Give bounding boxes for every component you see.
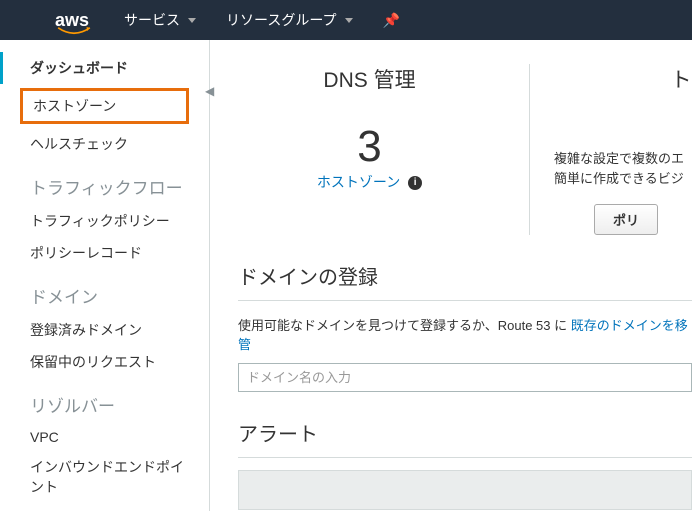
traffic-panel-title: トラフ <box>554 64 692 94</box>
sidebar-item-traffic-policies[interactable]: トラフィックポリシー <box>0 205 209 237</box>
resource-groups-menu[interactable]: リソースグループ <box>226 10 352 30</box>
dashboard-panels: DNS 管理 3 ホストゾーン i トラフ 複雑な設定で複数のエ 簡単に作成でき… <box>210 64 692 235</box>
sidebar-heading-traffic-flow: トラフィックフロー <box>0 160 209 205</box>
sidebar-heading-domains: ドメイン <box>0 269 209 314</box>
chevron-down-icon <box>345 18 353 23</box>
sidebar-item-vpc[interactable]: VPC <box>0 423 209 451</box>
sidebar-item-registered-domains[interactable]: 登録済みドメイン <box>0 314 209 346</box>
pin-icon[interactable]: 📌 <box>383 12 400 29</box>
domain-name-input[interactable] <box>238 363 692 392</box>
aws-logo[interactable]: aws <box>55 10 89 31</box>
hosted-zone-link[interactable]: ホストゾーン i <box>240 172 499 192</box>
dns-management-panel: DNS 管理 3 ホストゾーン i <box>210 64 530 235</box>
hosted-zone-link-label: ホストゾーン <box>317 174 400 190</box>
traffic-flow-panel: トラフ 複雑な設定で複数のエ 簡単に作成できるビジ ポリ <box>530 64 692 235</box>
alerts-table-header <box>238 470 692 510</box>
traffic-panel-description: 複雑な設定で複数のエ 簡単に作成できるビジ <box>554 149 692 188</box>
hosted-zone-count: 3 <box>240 122 499 172</box>
alerts-title: アラート <box>238 418 692 447</box>
sidebar: ◀ ダッシュボード ホストゾーン ヘルスチェック トラフィックフロー トラフィッ… <box>0 40 210 511</box>
resource-groups-label: リソースグループ <box>226 10 336 30</box>
sidebar-item-policy-records[interactable]: ポリシーレコード <box>0 237 209 269</box>
domain-registration-text: 使用可能なドメインを見つけて登録するか、Route 53 に 既存のドメインを移… <box>238 315 692 353</box>
sidebar-item-inbound-endpoints[interactable]: インバウンドエンドポイント <box>0 451 209 503</box>
services-label: サービス <box>124 10 180 30</box>
divider <box>238 300 692 301</box>
create-policy-button[interactable]: ポリ <box>594 204 658 235</box>
main-content: DNS 管理 3 ホストゾーン i トラフ 複雑な設定で複数のエ 簡単に作成でき… <box>210 40 692 511</box>
sidebar-item-hosted-zones[interactable]: ホストゾーン <box>20 88 189 124</box>
top-nav-bar: aws サービス リソースグループ 📌 <box>0 0 692 40</box>
main-layout: ◀ ダッシュボード ホストゾーン ヘルスチェック トラフィックフロー トラフィッ… <box>0 40 692 511</box>
aws-smile-icon <box>57 27 91 37</box>
sidebar-collapse-icon[interactable]: ◀ <box>205 84 219 98</box>
dns-panel-title: DNS 管理 <box>240 64 499 94</box>
sidebar-heading-resolver: リゾルバー <box>0 378 209 423</box>
divider <box>238 457 692 458</box>
services-menu[interactable]: サービス <box>124 10 196 30</box>
sidebar-item-health-checks[interactable]: ヘルスチェック <box>0 128 209 160</box>
domain-registration-title: ドメインの登録 <box>238 261 692 290</box>
info-icon[interactable]: i <box>408 176 422 190</box>
sidebar-item-pending-requests[interactable]: 保留中のリクエスト <box>0 346 209 378</box>
chevron-down-icon <box>188 18 196 23</box>
sidebar-item-dashboard[interactable]: ダッシュボード <box>0 52 209 84</box>
